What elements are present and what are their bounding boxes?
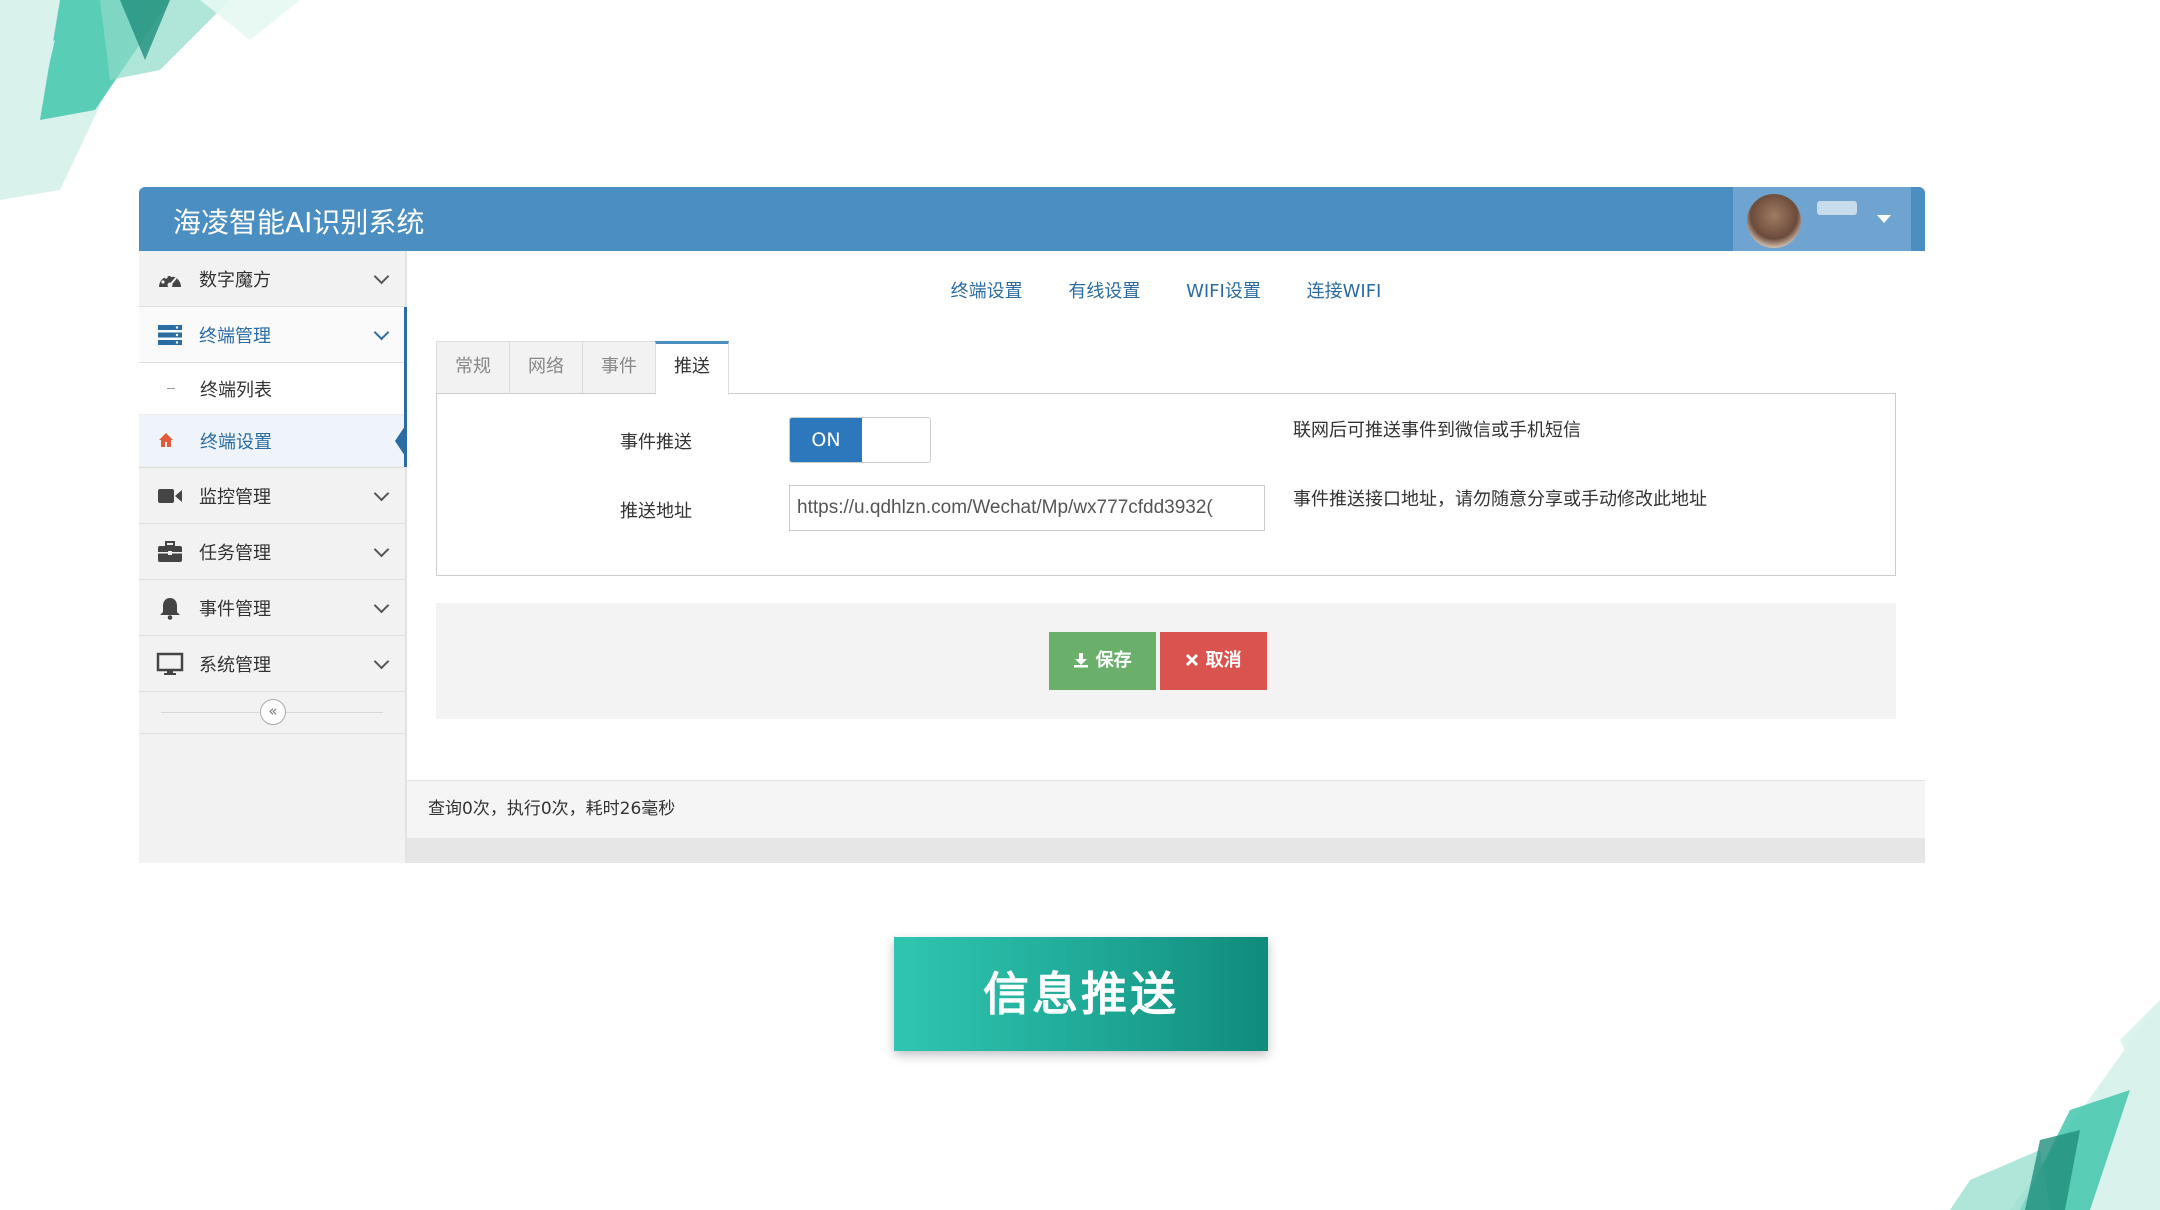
sidebar-item-label: 事件管理 xyxy=(199,598,271,620)
sidebar-item-label: 终端管理 xyxy=(199,325,271,347)
event-push-toggle[interactable]: ON xyxy=(789,417,931,463)
push-url-label: 推送地址 xyxy=(620,501,692,522)
link-terminal-settings[interactable]: 终端设置 xyxy=(951,281,1023,302)
sidebar-collapse-row: « xyxy=(139,692,405,734)
save-button[interactable]: 保存 xyxy=(1049,632,1156,690)
cancel-button[interactable]: 取消 xyxy=(1160,632,1267,690)
sidebar-item-system-management[interactable]: 系统管理 xyxy=(139,636,405,692)
push-url-hint: 事件推送接口地址，请勿随意分享或手动修改此地址 xyxy=(1293,489,1707,510)
status-bar: 查询0次，执行0次，耗时26毫秒 xyxy=(407,780,1925,838)
close-icon xyxy=(1185,650,1205,671)
dashboard-icon xyxy=(155,267,185,291)
push-settings-panel: 事件推送 ON 联网后可推送事件到微信或手机短信 推送地址 https://u.… xyxy=(436,393,1896,576)
sidebar-item-label: 任务管理 xyxy=(199,542,271,564)
collapse-sidebar-button[interactable]: « xyxy=(260,699,286,725)
app-header: 海凌智能AI识别系统 xyxy=(139,187,1925,251)
monitor-icon xyxy=(155,652,185,676)
corner-decoration-top-left xyxy=(0,0,300,200)
app-title: 海凌智能AI识别系统 xyxy=(173,206,425,239)
video-camera-icon xyxy=(155,484,185,508)
chevron-down-icon xyxy=(373,268,390,285)
sidebar-item-label: 系统管理 xyxy=(199,654,271,676)
avatar[interactable] xyxy=(1747,194,1801,248)
user-menu[interactable] xyxy=(1733,187,1911,251)
tab-general[interactable]: 常规 xyxy=(436,341,510,394)
form-actions: 保存 取消 xyxy=(436,603,1896,719)
event-push-hint: 联网后可推送事件到微信或手机短信 xyxy=(1293,420,1581,441)
active-pointer xyxy=(395,423,407,459)
link-connect-wifi[interactable]: 连接WIFI xyxy=(1307,281,1382,302)
sidebar-item-task-management[interactable]: 任务管理 xyxy=(139,524,405,580)
caret-down-icon[interactable] xyxy=(1877,215,1891,223)
sidebar-subitem-label: 终端列表 xyxy=(200,379,272,401)
corner-decoration-bottom-right xyxy=(1950,1000,2160,1210)
chevron-down-icon xyxy=(373,541,390,558)
sidebar-item-digital-cube[interactable]: 数字魔方 xyxy=(139,251,405,307)
username-blurred xyxy=(1817,201,1857,215)
chevron-down-icon xyxy=(373,653,390,670)
toggle-on-state[interactable]: ON xyxy=(790,418,862,462)
chevron-down-icon xyxy=(373,324,390,341)
sidebar: 数字魔方 终端管理 终端列表 终端设置 监控管理 任务管理 事件管理 系统管理 … xyxy=(139,251,407,863)
download-icon xyxy=(1073,650,1095,671)
app-window: 海凌智能AI识别系统 数字魔方 终端管理 终端列表 终端设置 监控管理 任务管理… xyxy=(139,187,1925,863)
link-wired-settings[interactable]: 有线设置 xyxy=(1068,281,1140,302)
sidebar-item-monitor-management[interactable]: 监控管理 xyxy=(139,468,405,524)
briefcase-icon xyxy=(155,540,185,564)
sidebar-item-label: 监控管理 xyxy=(199,486,271,508)
sidebar-item-terminal-management[interactable]: 终端管理 xyxy=(139,307,407,363)
main-content: 终端设置 有线设置 WIFI设置 连接WIFI 常规 网络 事件 推送 事件推送… xyxy=(407,251,1925,863)
tab-network[interactable]: 网络 xyxy=(509,341,583,394)
settings-links: 终端设置 有线设置 WIFI设置 连接WIFI xyxy=(407,277,1925,303)
terminal-submenu: 终端列表 终端设置 xyxy=(139,363,407,468)
tree-dash xyxy=(167,388,175,389)
sidebar-item-label: 数字魔方 xyxy=(199,269,271,291)
bottom-strip xyxy=(407,838,1925,863)
server-icon xyxy=(155,323,185,347)
chevron-down-icon xyxy=(373,597,390,614)
sidebar-subitem-label: 终端设置 xyxy=(200,431,272,453)
sidebar-item-event-management[interactable]: 事件管理 xyxy=(139,580,405,636)
save-label: 保存 xyxy=(1095,650,1132,671)
cancel-label: 取消 xyxy=(1205,650,1242,671)
event-push-label: 事件推送 xyxy=(620,432,692,453)
caption-banner: 信息推送 xyxy=(894,937,1268,1051)
sidebar-subitem-terminal-list[interactable]: 终端列表 xyxy=(139,363,405,415)
bell-icon xyxy=(155,596,185,620)
home-icon xyxy=(158,432,174,453)
tab-events[interactable]: 事件 xyxy=(582,341,656,394)
link-wifi-settings[interactable]: WIFI设置 xyxy=(1186,281,1261,302)
settings-tabs: 常规 网络 事件 推送 xyxy=(436,341,729,395)
chevron-down-icon xyxy=(373,485,390,502)
tab-push[interactable]: 推送 xyxy=(655,341,729,395)
push-url-input[interactable]: https://u.qdhlzn.com/Wechat/Mp/wx777cfdd… xyxy=(789,485,1265,531)
sidebar-subitem-terminal-settings[interactable]: 终端设置 xyxy=(139,415,407,467)
